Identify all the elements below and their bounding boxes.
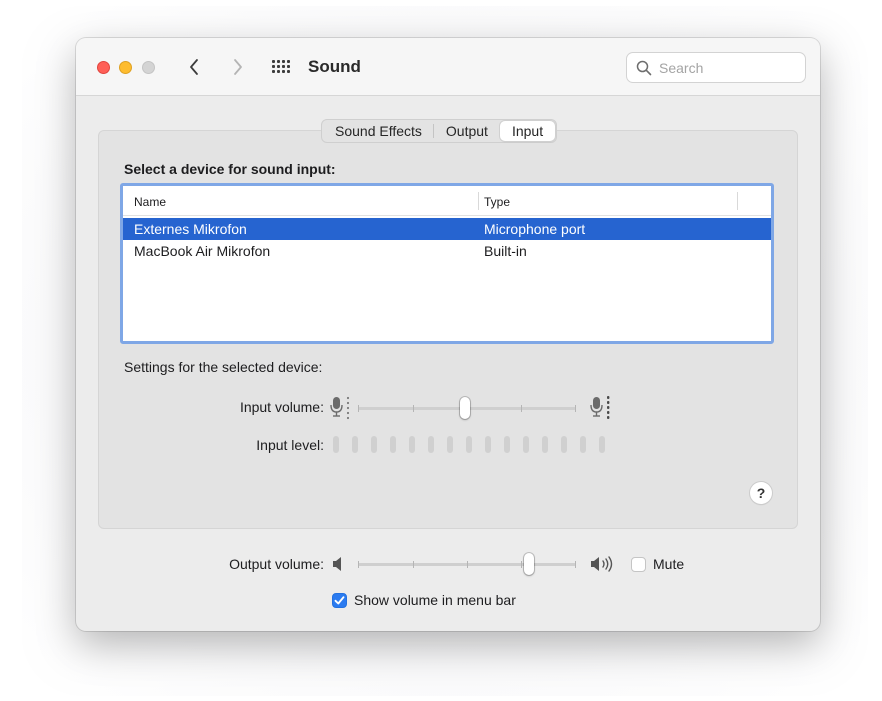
slider-tick [521, 405, 522, 412]
checkmark-icon [334, 596, 345, 605]
slider-tick [467, 561, 468, 568]
tab-input[interactable]: Input [499, 121, 556, 141]
titlebar: Sound [76, 38, 820, 96]
level-segment [542, 436, 548, 453]
chevron-left-icon [190, 59, 198, 75]
input-volume-slider[interactable] [356, 396, 578, 420]
window-title: Sound [308, 57, 361, 76]
search-input[interactable] [659, 57, 799, 79]
slider-tick [413, 561, 414, 568]
level-segment [523, 436, 529, 453]
slider-tick [521, 561, 522, 568]
device-name: MacBook Air Mikrofon [134, 243, 271, 259]
speaker-high-icon [591, 556, 613, 572]
level-segment [390, 436, 396, 453]
input-volume-label: Input volume: [239, 399, 324, 415]
device-table[interactable]: Name Type Externes Mikrofon Microphone p… [120, 183, 774, 344]
column-header-type[interactable]: Type [484, 195, 510, 209]
slider-knob[interactable] [460, 397, 470, 419]
level-segment [447, 436, 453, 453]
level-segment [352, 436, 358, 453]
mute-checkbox[interactable] [631, 557, 646, 572]
output-volume-label: Output volume: [229, 556, 324, 572]
column-divider [478, 192, 479, 210]
table-row[interactable]: MacBook Air Mikrofon Built-in [123, 240, 771, 262]
tab-sound-effects[interactable]: Sound Effects [323, 121, 434, 141]
slider-tick [358, 561, 359, 568]
level-segment [371, 436, 377, 453]
sound-preferences-window: Sound Sound Effects Output Input Select … [76, 38, 820, 631]
column-header-name[interactable]: Name [134, 195, 166, 209]
level-segment [333, 436, 339, 453]
slider-tick [358, 405, 359, 412]
speaker-low-icon [333, 557, 341, 571]
slider-knob[interactable] [523, 553, 534, 575]
search-icon [636, 60, 652, 76]
zoom-button[interactable] [142, 61, 155, 74]
mute-label: Mute [653, 556, 685, 572]
table-header: Name Type [123, 186, 771, 216]
chevron-right-icon [234, 59, 242, 75]
close-button[interactable] [97, 61, 110, 74]
level-segment [580, 436, 586, 453]
back-button[interactable] [182, 54, 206, 80]
level-segment [561, 436, 567, 453]
minimize-button[interactable] [119, 61, 132, 74]
show-volume-checkbox[interactable] [332, 593, 347, 608]
input-level-label: Input level: [256, 437, 324, 453]
forward-button[interactable] [226, 54, 250, 80]
microphone-high-icon [590, 396, 610, 419]
level-segment [504, 436, 510, 453]
slider-tick [575, 561, 576, 568]
slider-tick [575, 405, 576, 412]
device-list-heading: Select a device for sound input: [124, 161, 336, 177]
table-row[interactable]: Externes Mikrofon Microphone port [123, 218, 771, 240]
device-type: Microphone port [484, 221, 586, 237]
output-volume-slider[interactable] [356, 552, 578, 576]
tab-output[interactable]: Output [434, 121, 500, 141]
device-type: Built-in [484, 243, 527, 259]
microphone-low-icon [330, 396, 350, 420]
level-segment [466, 436, 472, 453]
help-button[interactable]: ? [750, 482, 772, 504]
slider-tick [413, 405, 414, 412]
grid-icon[interactable] [272, 60, 290, 74]
device-settings-label: Settings for the selected device: [124, 359, 323, 375]
tab-bar: Sound Effects Output Input [321, 119, 558, 143]
level-segment [409, 436, 415, 453]
column-divider [737, 192, 738, 210]
search-field[interactable] [626, 52, 806, 83]
show-volume-label: Show volume in menu bar [354, 592, 516, 608]
level-segment [428, 436, 434, 453]
level-segment [485, 436, 491, 453]
level-segment [599, 436, 605, 453]
device-name: Externes Mikrofon [134, 221, 247, 237]
